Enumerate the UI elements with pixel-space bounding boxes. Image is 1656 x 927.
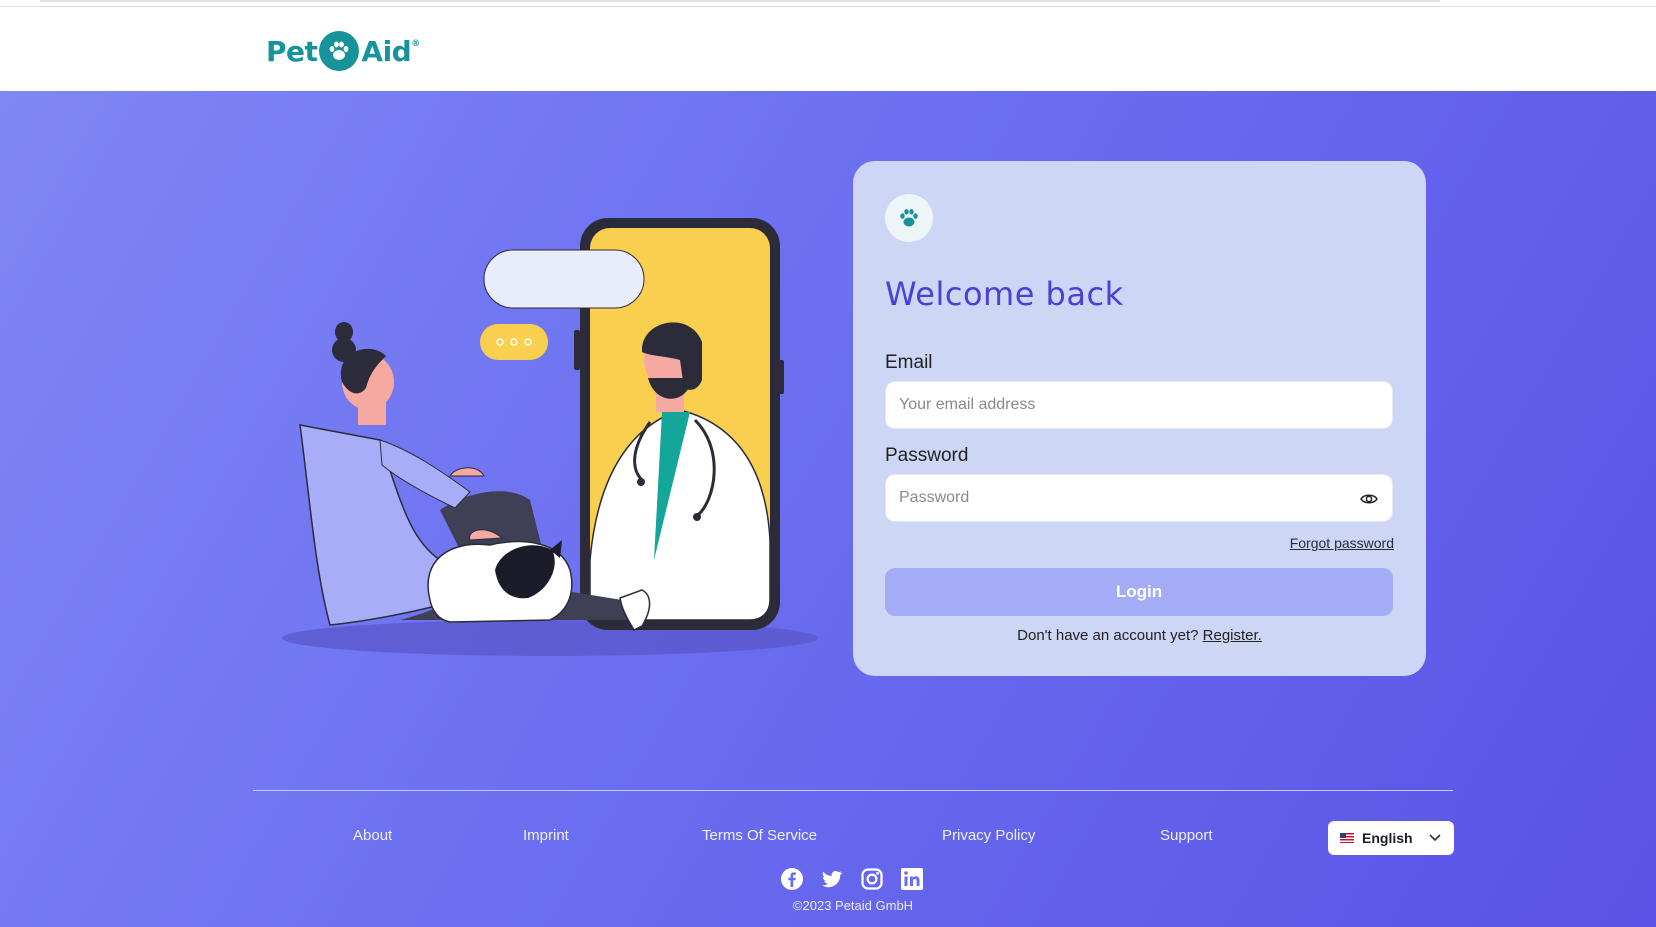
copyright: ©2023 Petaid GmbH — [792, 898, 914, 913]
top-border — [40, 0, 1440, 2]
registered-mark: ® — [411, 39, 420, 49]
header: Pet Aid ® — [0, 7, 1656, 91]
footer-link-terms[interactable]: Terms Of Service — [702, 827, 817, 844]
logo-text-aid: Aid — [361, 34, 412, 68]
footer-link-imprint[interactable]: Imprint — [523, 827, 569, 844]
paw-icon — [319, 31, 360, 71]
linkedin-icon[interactable] — [900, 867, 924, 891]
logo-text-pet: Pet — [266, 34, 318, 68]
register-link[interactable]: Register. — [1203, 627, 1262, 644]
no-account-text: Don't have an account yet? — [1017, 627, 1199, 644]
paw-badge-icon — [885, 194, 933, 242]
twitter-icon[interactable] — [820, 867, 844, 891]
us-flag-icon — [1340, 833, 1354, 843]
login-card: Welcome back Email Your email address Pa… — [853, 161, 1426, 676]
petaid-logo[interactable]: Pet Aid ® — [266, 29, 420, 73]
vet-consultation-illustration — [270, 120, 830, 680]
footer-link-support[interactable]: Support — [1160, 827, 1213, 844]
footer-link-privacy[interactable]: Privacy Policy — [942, 827, 1035, 844]
forgot-password-link[interactable]: Forgot password — [1290, 535, 1394, 551]
footer-divider — [253, 790, 1453, 791]
eye-icon[interactable] — [1360, 490, 1378, 508]
password-field[interactable]: Password — [885, 474, 1393, 522]
language-select[interactable]: English — [1328, 821, 1454, 855]
password-label: Password — [885, 445, 969, 466]
login-button[interactable]: Login — [885, 568, 1393, 616]
email-field[interactable]: Your email address — [885, 381, 1393, 429]
page-title: Welcome back — [885, 275, 1124, 313]
social-links — [780, 867, 924, 891]
language-label: English — [1362, 830, 1413, 846]
chevron-down-icon — [1428, 830, 1442, 844]
password-placeholder: Password — [899, 489, 970, 506]
instagram-icon[interactable] — [860, 867, 884, 891]
register-prompt: Don't have an account yet? Register. — [853, 627, 1426, 644]
facebook-icon[interactable] — [780, 867, 804, 891]
footer-nav: About Imprint Terms Of Service Privacy P… — [253, 827, 1453, 851]
email-label: Email — [885, 352, 933, 373]
email-placeholder: Your email address — [899, 396, 1036, 413]
footer-link-about[interactable]: About — [353, 827, 392, 844]
